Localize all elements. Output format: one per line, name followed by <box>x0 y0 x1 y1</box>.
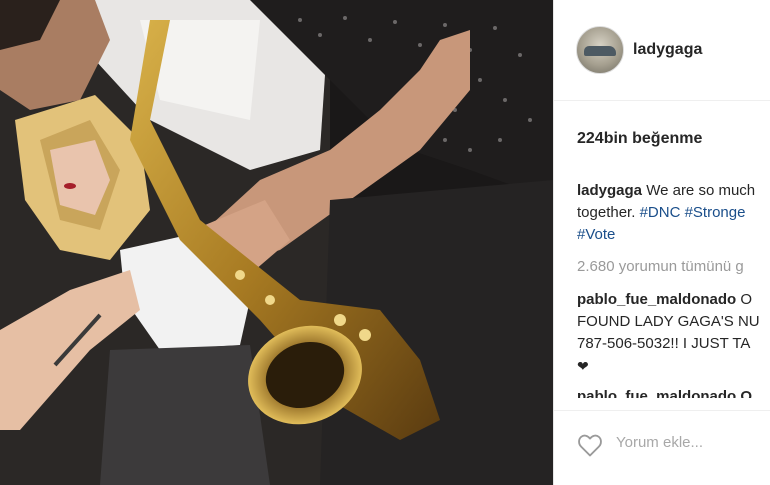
post-footer: Yorum ekle... <box>554 410 770 485</box>
hashtag-vote[interactable]: #Vote <box>577 226 615 243</box>
hashtag-stronger[interactable]: #Stronge <box>685 204 746 221</box>
comment-text: O <box>736 291 753 308</box>
heart-filled-icon: ❤ <box>577 358 589 374</box>
likes-count[interactable]: 224bin beğenme <box>577 130 702 148</box>
add-comment-input[interactable]: Yorum ekle... <box>616 434 703 451</box>
view-all-comments-link[interactable]: 2.680 yorumun tümünü g <box>577 258 744 275</box>
comment-line3: 787-506-5032!! I JUST TA <box>577 335 751 352</box>
comment-line2: FOUND LADY GAGA'S NU <box>577 313 760 330</box>
hashtag-dnc[interactable]: #DNC <box>640 204 681 221</box>
comment-username[interactable]: pablo_fue_maldonado <box>577 291 736 308</box>
comment2-username[interactable]: pablo_fue_maldonado <box>577 388 736 398</box>
username-link[interactable]: ladygaga <box>633 41 702 59</box>
post-caption: ladygaga We are so much together. #DNC #… <box>577 180 770 246</box>
post-header: ladygaga <box>554 0 770 101</box>
instagram-post-view: ladygaga 224bin beğenme ladygaga We are … <box>0 0 770 485</box>
post-photo[interactable] <box>0 0 553 485</box>
comment-item-partial: pablo_fue_maldonado O <box>577 388 752 398</box>
caption-line2: together. <box>577 204 640 221</box>
comment-item: pablo_fue_maldonado O FOUND LADY GAGA'S … <box>577 289 770 378</box>
caption-username[interactable]: ladygaga <box>577 182 642 199</box>
post-side-panel: ladygaga 224bin beğenme ladygaga We are … <box>553 0 770 485</box>
avatar[interactable] <box>576 26 624 74</box>
heart-outline-icon[interactable] <box>576 431 604 459</box>
concert-photo <box>0 0 553 485</box>
caption-text: We are so much <box>642 182 756 199</box>
comment2-text: O <box>736 388 753 398</box>
